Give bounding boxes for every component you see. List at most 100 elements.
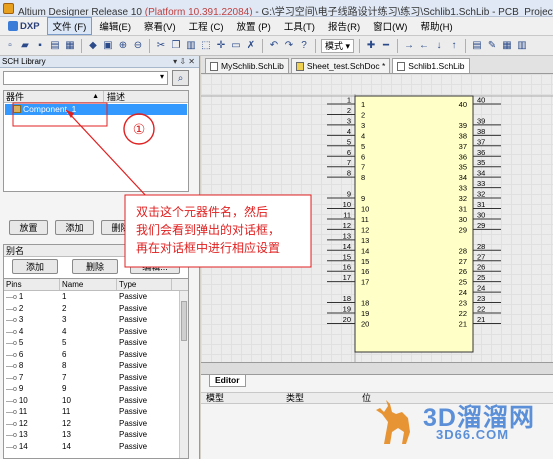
pin-table-row[interactable]: —o 5 5 Passive — [4, 337, 188, 349]
scrollbar-thumb[interactable] — [181, 301, 187, 341]
pins-table-body: —o 1 1 Passive —o 2 2 Passive —o 3 3 Passive —o 4… — [4, 291, 188, 452]
tab-sheet-test[interactable]: Sheet_test.SchDoc * — [290, 58, 391, 73]
undo-icon[interactable]: ↶ — [268, 40, 280, 52]
pin-table-row[interactable]: —o 12 12 Passive — [4, 418, 188, 430]
menu-edit[interactable]: 编辑(E) — [93, 17, 137, 35]
pin-name-label: 1 — [361, 100, 365, 109]
library-icon[interactable]: ◆ — [87, 40, 99, 52]
align-icon[interactable]: ▥ — [516, 40, 528, 52]
paste-icon[interactable]: ▥ — [185, 40, 197, 52]
edit-component-button[interactable]: 编辑... — [145, 220, 189, 235]
menu-tools[interactable]: 工具(T) — [278, 17, 321, 35]
cut-icon[interactable]: ✂ — [155, 40, 167, 52]
pin-name-label: 11 — [361, 215, 369, 224]
menu-project[interactable]: 工程 (C) — [183, 17, 230, 35]
deselect-icon[interactable]: ✗ — [245, 40, 257, 52]
help-icon[interactable]: ? — [298, 40, 310, 52]
select-area-icon[interactable]: ▭ — [230, 40, 242, 52]
pin-name-label: 20 — [361, 319, 369, 328]
pins-column-header[interactable]: Pins — [4, 279, 60, 290]
component-body[interactable] — [354, 95, 474, 353]
schematic-canvas[interactable]: 1 1 2 2 3 3 4 4 5 5 6 6 7 7 8 8 9 9 10 10 11 11 12 12 13 13 14 14 15… — [201, 74, 553, 362]
pin-name-label: 15 — [361, 257, 369, 266]
component-list-header: 器件 ▲ 描述 — [4, 91, 188, 103]
tab-editor[interactable]: Editor — [209, 375, 246, 387]
pin-table-row[interactable]: —o 1 1 Passive — [4, 291, 188, 303]
pin-table-row[interactable]: —o 14 14 Passive — [4, 441, 188, 453]
pin-table-row[interactable]: —o 11 11 Passive — [4, 406, 188, 418]
pin-icon: —o — [6, 409, 19, 416]
menu-place[interactable]: 放置 (P) — [231, 17, 277, 35]
arrow-down-icon[interactable]: ↓ — [433, 40, 445, 52]
pin-table-row[interactable]: —o 9 9 Passive — [4, 383, 188, 395]
save-icon[interactable]: ▪ — [34, 40, 46, 52]
pin-name-label: 9 — [361, 194, 365, 203]
description-column-header[interactable]: 描述 — [104, 91, 125, 102]
copy-icon[interactable]: ❐ — [170, 40, 182, 52]
select-icon[interactable]: ⬚ — [200, 40, 212, 52]
pin-table-row[interactable]: —o 3 3 Passive — [4, 314, 188, 326]
menu-dxp[interactable]: DXP — [2, 19, 46, 34]
library-filter-combo[interactable]: ▾ — [3, 71, 168, 85]
component-row[interactable]: Component_1 — [5, 104, 187, 115]
grid-icon[interactable]: ▦ — [501, 40, 513, 52]
pin-name-label: 19 — [361, 309, 369, 318]
pin-table-row[interactable]: —o 13 13 Passive — [4, 429, 188, 441]
add-component-button[interactable]: 添加 — [55, 220, 94, 235]
arrow-left-icon[interactable]: ← — [418, 40, 430, 52]
edit-alias-button[interactable]: 编辑... — [130, 259, 180, 274]
pin-table-row[interactable]: —o 2 2 Passive — [4, 303, 188, 315]
pin-name-cell: 9 — [62, 384, 67, 393]
new-file-icon[interactable]: ▫ — [4, 40, 16, 52]
pin-icon: —o — [6, 317, 19, 324]
pin-designator: 13 — [343, 231, 351, 240]
pencil-icon[interactable]: ✎ — [486, 40, 498, 52]
pin-table-row[interactable]: —o 4 4 Passive — [4, 326, 188, 338]
add-alias-button[interactable]: 添加 — [12, 259, 58, 274]
pin-table-row[interactable]: —o 10 10 Passive — [4, 395, 188, 407]
delete-component-button[interactable]: 删除 — [101, 220, 140, 235]
zoom-area-icon[interactable]: ▣ — [102, 40, 114, 52]
place-button[interactable]: 放置 — [9, 220, 48, 235]
arrow-up-icon[interactable]: ↑ — [448, 40, 460, 52]
menu-reports[interactable]: 报告(R) — [322, 17, 366, 35]
drawing-tools-icon[interactable]: ▤ — [471, 40, 483, 52]
mode-dropdown[interactable]: 模式 ▾ — [321, 38, 355, 53]
arrow-right-icon[interactable]: → — [403, 40, 415, 52]
name-column-header[interactable]: Name — [60, 279, 117, 290]
open-folder-icon[interactable]: ▰ — [19, 40, 31, 52]
pin-table-row[interactable]: —o 8 8 Passive — [4, 360, 188, 372]
type-column-header[interactable]: Type — [117, 279, 172, 290]
pin-table-row[interactable]: —o 6 6 Passive — [4, 349, 188, 361]
zoom-in-icon[interactable]: ⊕ — [117, 40, 129, 52]
pin-name-label: 34 — [459, 173, 467, 182]
pin-name-label: 3 — [361, 121, 365, 130]
sch-library-panel: SCH Library ▾ ⇩ ✕ ▾ ⌕ 器件 ▲ 描述 Component_1… — [0, 56, 200, 459]
menu-view[interactable]: 察看(V) — [138, 17, 182, 35]
remove-icon[interactable]: ━ — [380, 40, 392, 52]
pin-name-label: 5 — [361, 142, 365, 151]
pins-scrollbar[interactable] — [179, 291, 188, 458]
tab-myschlib[interactable]: MySchlib.SchLib — [205, 58, 289, 73]
print-icon[interactable]: ▤ — [49, 40, 61, 52]
alias-column-header[interactable]: 别名 — [4, 245, 188, 257]
model-column-header[interactable]: 模型 — [203, 393, 224, 404]
print-preview-icon[interactable]: ▦ — [64, 40, 76, 52]
component-column-header[interactable]: 器件 ▲ — [4, 91, 104, 102]
type-column-header[interactable]: 类型 — [283, 393, 304, 404]
dxp-icon — [8, 21, 18, 31]
menu-window[interactable]: 窗口(W) — [367, 17, 413, 35]
pin-icon: —o — [6, 363, 19, 370]
tab-schlib1[interactable]: Schlib1.SchLib — [392, 58, 470, 73]
menu-file[interactable]: 文件 (F) — [46, 17, 93, 35]
panel-controls[interactable]: ▾ ⇩ ✕ — [173, 56, 195, 68]
search-button[interactable]: ⌕ — [172, 70, 189, 86]
add-icon[interactable]: ✚ — [365, 40, 377, 52]
redo-icon[interactable]: ↷ — [283, 40, 295, 52]
move-icon[interactable]: ✛ — [215, 40, 227, 52]
menu-help[interactable]: 帮助(H) — [414, 17, 458, 35]
zoom-out-icon[interactable]: ⊖ — [132, 40, 144, 52]
pin-table-row[interactable]: —o 7 7 Passive — [4, 372, 188, 384]
panel-title: SCH Library ▾ ⇩ ✕ — [0, 56, 199, 68]
delete-alias-button[interactable]: 删除 — [72, 259, 118, 274]
